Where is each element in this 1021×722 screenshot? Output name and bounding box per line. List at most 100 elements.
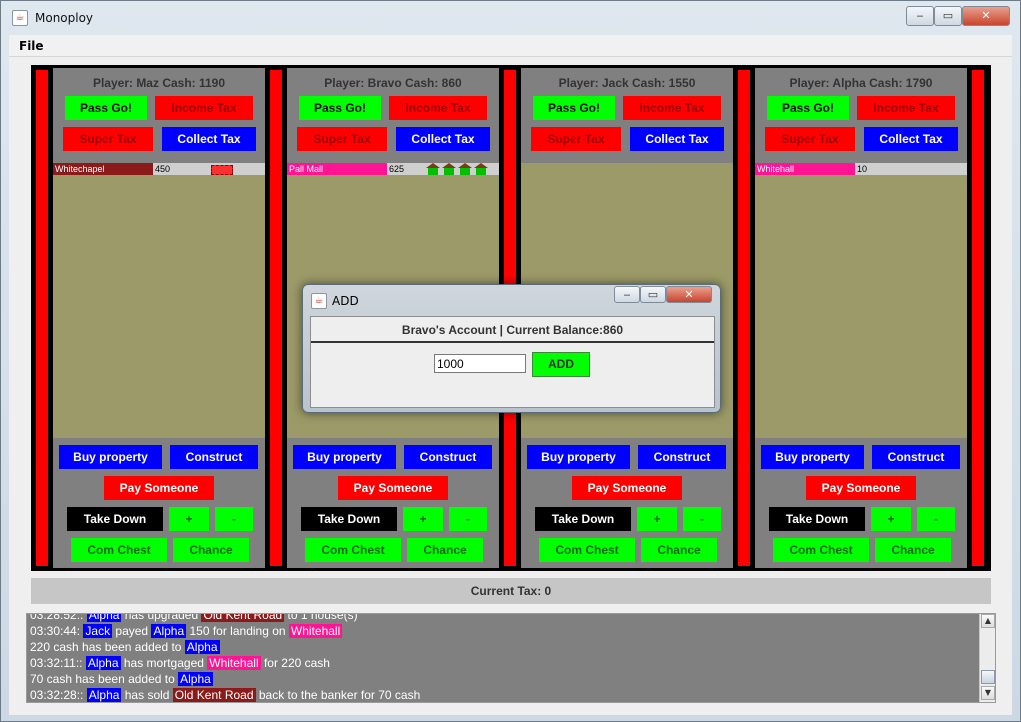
close-button[interactable]: ✕ (962, 6, 1010, 26)
buy-property-button[interactable]: Buy property (527, 445, 630, 469)
collect-tax-button[interactable]: Collect Tax (396, 127, 490, 151)
dialog-title: ADD (332, 294, 359, 308)
log-text: has mortgaged (120, 656, 208, 670)
log-highlight: Alpha (184, 640, 220, 654)
current-tax-bar: Current Tax: 0 (31, 578, 991, 604)
dialog-maximize-button[interactable]: ▭ (640, 286, 666, 303)
log-text: has sold (121, 688, 173, 702)
scroll-thumb[interactable] (981, 670, 995, 684)
plus-button[interactable]: + (169, 507, 209, 531)
menu-file[interactable]: File (19, 39, 44, 53)
property-row[interactable]: Pall Mall 625 (287, 163, 499, 175)
minus-button[interactable]: - (215, 507, 253, 531)
income-tax-button[interactable]: Income Tax (389, 96, 487, 120)
property-name: Pall Mall (287, 163, 387, 175)
property-row[interactable]: Whitechapel 450 (53, 163, 265, 175)
pay-someone-button[interactable]: Pay Someone (338, 476, 448, 500)
collect-tax-button[interactable]: Collect Tax (630, 127, 724, 151)
collect-tax-button[interactable]: Collect Tax (162, 127, 256, 151)
add-dialog: ☕ ADD ‒ ▭ ✕ Bravo's Account | Current Ba… (302, 284, 721, 413)
pass-go-button[interactable]: Pass Go! (299, 96, 381, 120)
account-header: Bravo's Account | Current Balance:860 (311, 317, 714, 343)
take-down-button[interactable]: Take Down (769, 507, 865, 531)
minimize-button[interactable]: ‒ (906, 6, 934, 26)
log-highlight: Alpha (85, 656, 121, 670)
pass-go-button[interactable]: Pass Go! (533, 96, 615, 120)
property-list: Whitechapel 450 (53, 163, 265, 438)
maximize-button[interactable]: ▭ (934, 6, 962, 26)
property-name: Whitechapel (53, 163, 153, 175)
log-line: 70 cash has been added to Alpha (30, 672, 213, 686)
buy-property-button[interactable]: Buy property (761, 445, 864, 469)
dialog-close-button[interactable]: ✕ (666, 286, 712, 303)
income-tax-button[interactable]: Income Tax (857, 96, 955, 120)
add-button[interactable]: ADD (532, 352, 590, 377)
income-tax-button[interactable]: Income Tax (155, 96, 253, 120)
log-scrollbar[interactable]: ▲ ▼ (979, 614, 995, 702)
house-icon (474, 163, 488, 175)
chance-button[interactable]: Chance (641, 538, 717, 562)
pass-go-button[interactable]: Pass Go! (65, 96, 147, 120)
take-down-button[interactable]: Take Down (301, 507, 397, 531)
pay-someone-button[interactable]: Pay Someone (572, 476, 682, 500)
log-highlight: Whitehall (207, 656, 261, 670)
super-tax-button[interactable]: Super Tax (531, 127, 621, 151)
super-tax-button[interactable]: Super Tax (297, 127, 387, 151)
construct-button[interactable]: Construct (872, 445, 960, 469)
take-down-button[interactable]: Take Down (67, 507, 163, 531)
construct-button[interactable]: Construct (638, 445, 726, 469)
buy-property-button[interactable]: Buy property (59, 445, 162, 469)
red-divider (738, 70, 750, 566)
log-text: 220 cash has been added to (30, 640, 185, 654)
log-highlight: Alpha (86, 614, 122, 622)
com-chest-button[interactable]: Com Chest (773, 538, 869, 562)
minus-button[interactable]: - (449, 507, 487, 531)
plus-button[interactable]: + (637, 507, 677, 531)
player-panel-alpha: Player: Alpha Cash: 1790 Pass Go! Income… (755, 68, 967, 568)
income-tax-button[interactable]: Income Tax (623, 96, 721, 120)
player-header: Player: Maz Cash: 1190 (92, 76, 226, 90)
pay-someone-button[interactable]: Pay Someone (806, 476, 916, 500)
plus-button[interactable]: + (403, 507, 443, 531)
super-tax-button[interactable]: Super Tax (63, 127, 153, 151)
title-bar: ☕ Monoploy ‒ ▭ ✕ (1, 1, 1020, 35)
super-tax-button[interactable]: Super Tax (765, 127, 855, 151)
scroll-down-icon[interactable]: ▼ (981, 686, 995, 700)
chance-button[interactable]: Chance (875, 538, 951, 562)
property-value: 450 (155, 164, 171, 174)
event-log[interactable]: 03:28:52:: Alpha has upgraded Old Kent R… (26, 613, 996, 703)
log-text: 03:28:52:: (30, 613, 87, 622)
property-value: 10 (857, 164, 868, 174)
chance-button[interactable]: Chance (407, 538, 483, 562)
pass-go-button[interactable]: Pass Go! (767, 96, 849, 120)
log-highlight: Old Kent Road (172, 688, 256, 702)
amount-input[interactable] (434, 354, 526, 373)
com-chest-button[interactable]: Com Chest (71, 538, 167, 562)
buy-property-button[interactable]: Buy property (293, 445, 396, 469)
com-chest-button[interactable]: Com Chest (305, 538, 401, 562)
property-row[interactable]: Whitehall 10 (755, 163, 967, 175)
minus-button[interactable]: - (917, 507, 955, 531)
construct-button[interactable]: Construct (170, 445, 258, 469)
log-text: has upgraded (121, 613, 202, 622)
window-title: Monoploy (35, 11, 94, 25)
pay-someone-button[interactable]: Pay Someone (104, 476, 214, 500)
house-icon (426, 163, 440, 175)
construct-button[interactable]: Construct (404, 445, 492, 469)
player-panel-maz: Player: Maz Cash: 1190 Pass Go! Income T… (53, 68, 265, 568)
dialog-minimize-button[interactable]: ‒ (614, 286, 640, 303)
scroll-up-icon[interactable]: ▲ (981, 614, 995, 628)
property-list: Whitehall 10 (755, 163, 967, 438)
log-line: 220 cash has been added to Alpha (30, 640, 220, 654)
hotel-icon (211, 165, 233, 175)
chance-button[interactable]: Chance (173, 538, 249, 562)
com-chest-button[interactable]: Com Chest (539, 538, 635, 562)
plus-button[interactable]: + (871, 507, 911, 531)
take-down-button[interactable]: Take Down (535, 507, 631, 531)
dialog-body: Bravo's Account | Current Balance:860 AD… (310, 316, 715, 408)
log-text: payed (112, 624, 152, 638)
minus-button[interactable]: - (683, 507, 721, 531)
collect-tax-button[interactable]: Collect Tax (864, 127, 958, 151)
log-text: back to the banker for 70 cash (255, 688, 421, 702)
log-highlight: Jack (83, 624, 113, 638)
